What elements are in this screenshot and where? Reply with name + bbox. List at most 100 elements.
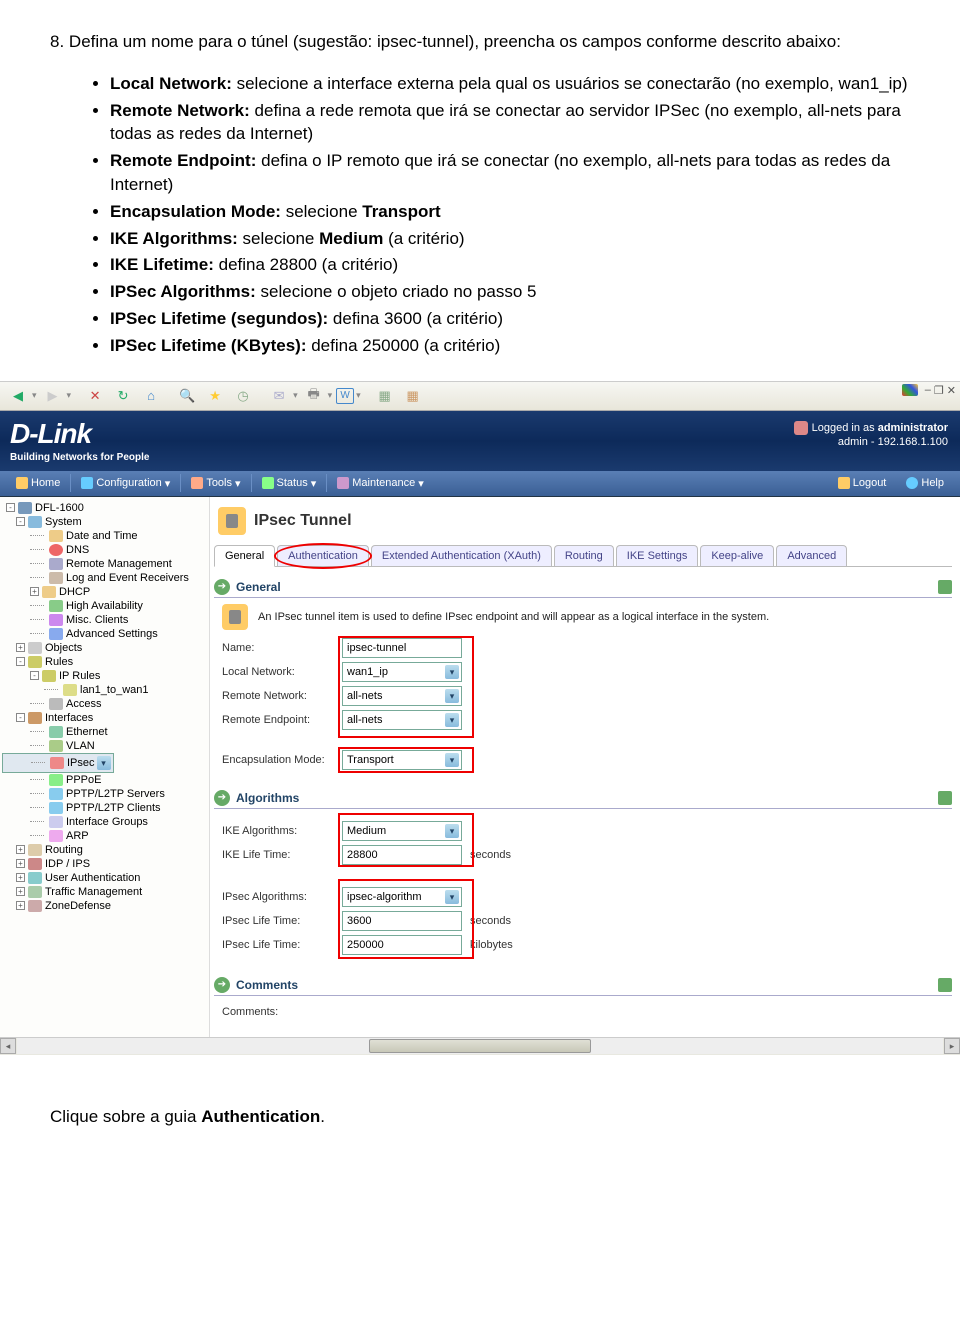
lock-icon (218, 507, 246, 535)
page-title: IPsec Tunnel (254, 512, 352, 530)
tree-interfaces[interactable]: Interfaces (45, 712, 93, 724)
nav-help[interactable]: Help (896, 477, 954, 489)
stop-button[interactable]: ✕ (83, 385, 107, 407)
label-ipsec-algorithms: IPsec Algorithms: (222, 891, 342, 903)
scroll-left-button[interactable]: ◂ (0, 1038, 16, 1054)
mail-icon[interactable]: ✉ (267, 385, 291, 407)
ipsec-lifetime-kb-input[interactable] (342, 935, 462, 955)
device-icon (18, 502, 32, 514)
tab-routing[interactable]: Routing (554, 545, 614, 566)
tools-icon (191, 477, 203, 489)
step-description: Defina um nome para o túnel (sugestão: i… (69, 32, 841, 51)
encapsulation-select[interactable]: Transport (342, 750, 462, 770)
tree-zone[interactable]: ZoneDefense (45, 900, 111, 912)
minimize-button[interactable]: – (925, 384, 931, 396)
research-icon[interactable]: ▦ (401, 385, 425, 407)
tree-idp[interactable]: IDP / IPS (45, 858, 90, 870)
nav-logout[interactable]: Logout (828, 477, 897, 489)
tree-objects[interactable]: Objects (45, 642, 82, 654)
nav-status[interactable]: Status ▾ (252, 477, 327, 490)
tab-keepalive[interactable]: Keep-alive (700, 545, 774, 566)
scroll-thumb[interactable] (369, 1039, 591, 1053)
scroll-right-button[interactable]: ▸ (944, 1038, 960, 1054)
tree-log[interactable]: Log and Event Receivers (66, 572, 189, 584)
section-comments-title: Comments (236, 978, 298, 992)
tab-general[interactable]: General (214, 545, 275, 567)
tree-date[interactable]: Date and Time (66, 530, 138, 542)
ipsec-algorithms-select[interactable]: ipsec-algorithm (342, 887, 462, 907)
document-footer: Clique sobre a guia Authentication. (0, 1055, 960, 1149)
collapse-button[interactable] (938, 791, 952, 805)
step-number: 8. (50, 32, 64, 51)
tab-ike-settings[interactable]: IKE Settings (616, 545, 699, 566)
label-ike-algorithms: IKE Algorithms: (222, 825, 342, 837)
tree-dns[interactable]: DNS (66, 544, 89, 556)
horizontal-scrollbar[interactable]: ◂ ▸ (0, 1037, 960, 1055)
tree-pppoe[interactable]: PPPoE (66, 774, 101, 786)
tab-xauth[interactable]: Extended Authentication (XAuth) (371, 545, 552, 566)
ipsec-lifetime-sec-input[interactable] (342, 911, 462, 931)
step-intro: 8. Defina um nome para o túnel (sugestão… (50, 30, 910, 54)
tree-userauth[interactable]: User Authentication (45, 872, 140, 884)
back-button[interactable]: ◀ (6, 385, 30, 407)
close-button[interactable]: ✕ (947, 384, 956, 397)
label-local-network: Local Network: (222, 666, 342, 678)
local-network-select[interactable]: wan1_ip (342, 662, 462, 682)
tree-access[interactable]: Access (66, 698, 101, 710)
tree-root[interactable]: DFL-1600 (35, 502, 84, 514)
restore-button[interactable]: ❐ (934, 384, 944, 397)
tree-rules[interactable]: Rules (45, 656, 73, 668)
name-input[interactable] (342, 638, 462, 658)
tab-bar: General Authentication Extended Authenti… (214, 545, 952, 567)
tree-misc[interactable]: Misc. Clients (66, 614, 128, 626)
nav-home[interactable]: Home (6, 477, 70, 489)
print-icon[interactable]: 🖶 (302, 385, 326, 407)
brand-logo: D-Link (10, 418, 149, 450)
ike-algorithms-select[interactable]: Medium (342, 821, 462, 841)
tree-routing[interactable]: Routing (45, 844, 83, 856)
discuss-icon[interactable]: ▦ (373, 385, 397, 407)
tree-pptpc[interactable]: PPTP/L2TP Clients (66, 802, 161, 814)
nav-tools[interactable]: Tools ▾ (181, 477, 250, 490)
tree-ifg[interactable]: Interface Groups (66, 816, 148, 828)
tree-iprules[interactable]: IP Rules (59, 670, 100, 682)
collapse-button[interactable] (938, 580, 952, 594)
forward-button[interactable]: ▶ (41, 385, 65, 407)
tree-dhcp[interactable]: DHCP (59, 586, 90, 598)
label-remote-network: Remote Network: (222, 690, 342, 702)
tree-ipsec[interactable]: IPsec (67, 757, 95, 769)
refresh-button[interactable]: ↻ (111, 385, 135, 407)
nav-configuration[interactable]: Configuration ▾ (71, 477, 180, 490)
label-ipsec-lifetime-sec: IPsec Life Time: (222, 915, 342, 927)
favorites-icon[interactable]: ★ (203, 385, 227, 407)
scroll-track[interactable] (17, 1038, 943, 1054)
edit-icon[interactable]: W (336, 388, 354, 404)
search-icon[interactable]: 🔍 (175, 385, 199, 407)
remote-network-select[interactable]: all-nets (342, 686, 462, 706)
nav-maintenance[interactable]: Maintenance ▾ (327, 477, 434, 490)
tree-adv[interactable]: Advanced Settings (66, 628, 158, 640)
remote-endpoint-select[interactable]: all-nets (342, 710, 462, 730)
tab-advanced[interactable]: Advanced (776, 545, 847, 566)
status-icon (262, 477, 274, 489)
tree-ha[interactable]: High Availability (66, 600, 143, 612)
tree-ethernet[interactable]: Ethernet (66, 726, 108, 738)
collapse-button[interactable] (938, 978, 952, 992)
tree-traffic[interactable]: Traffic Management (45, 886, 142, 898)
home-button[interactable]: ⌂ (139, 385, 163, 407)
tree-vlan[interactable]: VLAN (66, 740, 95, 752)
toggle-icon[interactable]: - (6, 503, 15, 512)
tree-system[interactable]: System (45, 516, 82, 528)
tree-lanrule[interactable]: lan1_to_wan1 (80, 684, 149, 696)
windows-flag-icon (902, 384, 918, 396)
tree-pptps[interactable]: PPTP/L2TP Servers (66, 788, 165, 800)
unit-seconds: seconds (470, 849, 511, 861)
label-ipsec-lifetime-kb: IPsec Life Time: (222, 939, 342, 951)
tab-authentication[interactable]: Authentication (277, 545, 369, 566)
tree-remote[interactable]: Remote Management (66, 558, 172, 570)
maintenance-icon (337, 477, 349, 489)
lock-icon (222, 604, 248, 630)
ike-lifetime-input[interactable] (342, 845, 462, 865)
tree-arp[interactable]: ARP (66, 830, 89, 842)
history-icon[interactable]: ◷ (231, 385, 255, 407)
